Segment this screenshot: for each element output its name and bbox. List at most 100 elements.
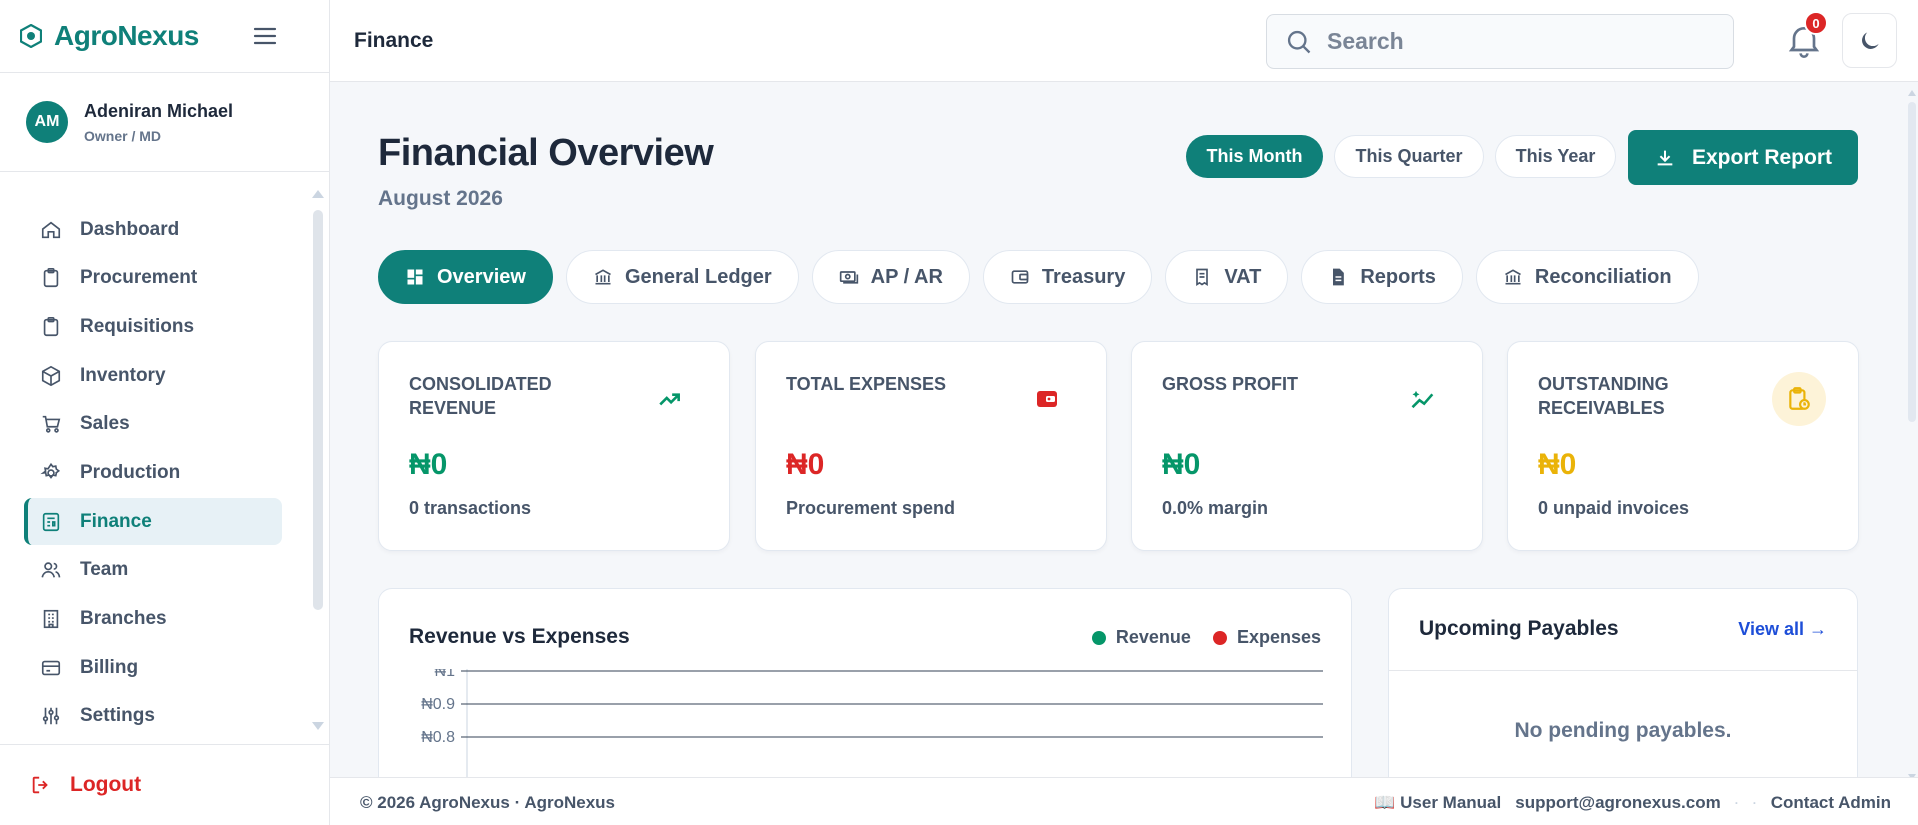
tab-treasury[interactable]: Treasury: [982, 250, 1153, 304]
trend-up-icon: [643, 372, 697, 426]
chart-sparkle-icon: [1396, 372, 1450, 426]
search-input[interactable]: [1327, 28, 1707, 55]
kpi-label: GROSS PROFIT: [1162, 374, 1299, 394]
revenue-expenses-chart: Revenue vs Expenses Revenue Expenses ₦1 ₦…: [378, 588, 1352, 777]
tab-general-ledger[interactable]: General Ledger: [565, 250, 799, 304]
kpi-subtext: 0 transactions: [409, 498, 532, 518]
copyright: © 2026 AgroNexus · AgroNexus: [360, 793, 616, 812]
clipboard-icon: [43, 316, 59, 336]
sidebar-item-inventory[interactable]: Inventory: [24, 352, 282, 399]
sidebar-item-label: Branches: [80, 608, 167, 629]
sidebar-item-label: Inventory: [80, 364, 166, 386]
period-this-year[interactable]: This Year: [1495, 135, 1616, 178]
export-report-button[interactable]: Export Report: [1628, 130, 1858, 185]
sidebar-item-sales[interactable]: Sales: [24, 401, 282, 448]
money-icon: [839, 271, 858, 284]
page-heading: Financial Overview: [378, 132, 714, 174]
footer: © 2026 AgroNexus · AgroNexus 📖 User Manu…: [330, 777, 1918, 825]
menu-toggle-icon[interactable]: [252, 24, 278, 48]
sidebar-item-settings[interactable]: Settings: [24, 693, 282, 740]
kpi-label: OUTSTANDING RECEIVABLES: [1538, 374, 1669, 418]
scroll-up-arrow[interactable]: [1908, 90, 1916, 96]
document-icon: [1333, 268, 1345, 286]
search-box[interactable]: [1266, 14, 1734, 69]
sidebar-item-label: Billing: [80, 656, 139, 678]
chart-title: Revenue vs Expenses: [409, 625, 630, 648]
card-icon: [41, 660, 61, 675]
receipt-icon: [1196, 268, 1209, 287]
tab-label: Overview: [437, 265, 526, 288]
sidebar-item-label: Team: [80, 559, 129, 581]
main-content: Financial Overview August 2026 This Mont…: [330, 82, 1918, 777]
tab-ap-ar[interactable]: AP / AR: [811, 250, 970, 304]
sidebar-scrollbar[interactable]: [312, 190, 324, 730]
topbar: Finance 0: [330, 0, 1918, 82]
sidebar-item-finance[interactable]: Finance: [24, 498, 282, 546]
logout-button[interactable]: Logout: [0, 744, 329, 825]
bank-icon: [1505, 269, 1521, 285]
payables-title: Upcoming Payables: [1419, 617, 1619, 640]
avatar: AM: [26, 101, 68, 143]
sidebar-item-dashboard[interactable]: Dashboard: [24, 206, 282, 253]
user-profile[interactable]: AM Adeniran Michael Owner / MD: [0, 72, 329, 172]
finance-icon: [42, 512, 60, 531]
kpi-card-outstanding-receivables: OUTSTANDING RECEIVABLES ₦0 0 unpaid invo…: [1507, 341, 1859, 551]
legend-item-expenses[interactable]: Expenses: [1212, 627, 1321, 648]
payables-header: Upcoming Payables View all →: [1389, 589, 1857, 671]
view-all-link[interactable]: View all →: [1738, 619, 1827, 640]
building-icon: [43, 609, 59, 629]
kpi-card-total-expenses: TOTAL EXPENSES ₦0 Procurement spend: [755, 341, 1107, 551]
user-manual-link[interactable]: 📖 User Manual: [1374, 793, 1501, 813]
kpi-value: ₦0: [1162, 448, 1201, 481]
y-tick-label: ₦0.8: [421, 729, 455, 746]
sidebar-item-label: Sales: [80, 413, 130, 435]
contact-admin-link[interactable]: Contact Admin: [1771, 793, 1891, 813]
scroll-down-arrow[interactable]: [312, 722, 324, 730]
sidebar-item-billing[interactable]: Billing: [24, 644, 282, 691]
kpi-value: ₦0: [1538, 448, 1577, 481]
wallet-icon: [1011, 270, 1029, 284]
gear-icon: [40, 462, 61, 479]
clipboard-icon: [43, 268, 59, 288]
scroll-thumb[interactable]: [1908, 102, 1916, 422]
chart-plot: ₦1 ₦0.9 ₦0.8: [421, 669, 1323, 777]
sidebar-item-label: Requisitions: [80, 315, 195, 337]
y-tick-label: ₦0.9: [421, 696, 455, 713]
sidebar-item-production[interactable]: Production: [24, 449, 282, 496]
kpi-subtext: Procurement spend: [786, 498, 956, 518]
scroll-up-arrow[interactable]: [312, 190, 324, 198]
scroll-thumb[interactable]: [313, 210, 323, 610]
sidebar-item-team[interactable]: Team: [24, 547, 282, 594]
logout-icon: [32, 776, 48, 794]
tab-overview[interactable]: Overview: [378, 250, 553, 304]
clipboard-clock-icon: [1772, 372, 1826, 426]
sidebar-item-branches[interactable]: Branches: [24, 596, 282, 643]
sidebar-item-label: Dashboard: [80, 218, 180, 240]
y-tick-label: ₦1: [435, 669, 456, 680]
sidebar-item-label: Production: [80, 461, 181, 483]
kpi-value: ₦0: [409, 448, 448, 481]
tab-label: General Ledger: [624, 265, 772, 288]
period-this-month[interactable]: This Month: [1186, 135, 1323, 178]
sidebar-item-label: Finance: [80, 510, 152, 532]
sidebar-item-procurement[interactable]: Procurement: [24, 255, 282, 302]
sidebar-item-label: Procurement: [80, 267, 198, 289]
support-email-link[interactable]: support@agronexus.com: [1515, 793, 1721, 813]
period-this-quarter[interactable]: This Quarter: [1334, 135, 1484, 178]
main-scrollbar[interactable]: [1906, 90, 1916, 780]
box-icon: [41, 365, 61, 386]
kpi-subtext: 0.0% margin: [1162, 498, 1269, 518]
tab-reconciliation[interactable]: Reconciliation: [1475, 250, 1699, 304]
search-icon: [1287, 30, 1311, 53]
tab-reports[interactable]: Reports: [1301, 250, 1463, 304]
grid-icon: [407, 269, 423, 285]
tab-vat[interactable]: VAT: [1165, 250, 1289, 304]
sidebar-item-requisitions[interactable]: Requisitions: [24, 303, 282, 350]
sidebar-nav: Dashboard Procurement Requisitions Inven…: [24, 206, 282, 742]
theme-toggle-button[interactable]: [1842, 13, 1897, 68]
team-icon: [41, 562, 61, 578]
brand[interactable]: AgroNexus: [20, 18, 199, 54]
legend-item-revenue[interactable]: Revenue: [1091, 627, 1191, 648]
sidebar: AgroNexus AM Adeniran Michael Owner / MD…: [0, 0, 330, 825]
bank-icon: [595, 269, 611, 285]
